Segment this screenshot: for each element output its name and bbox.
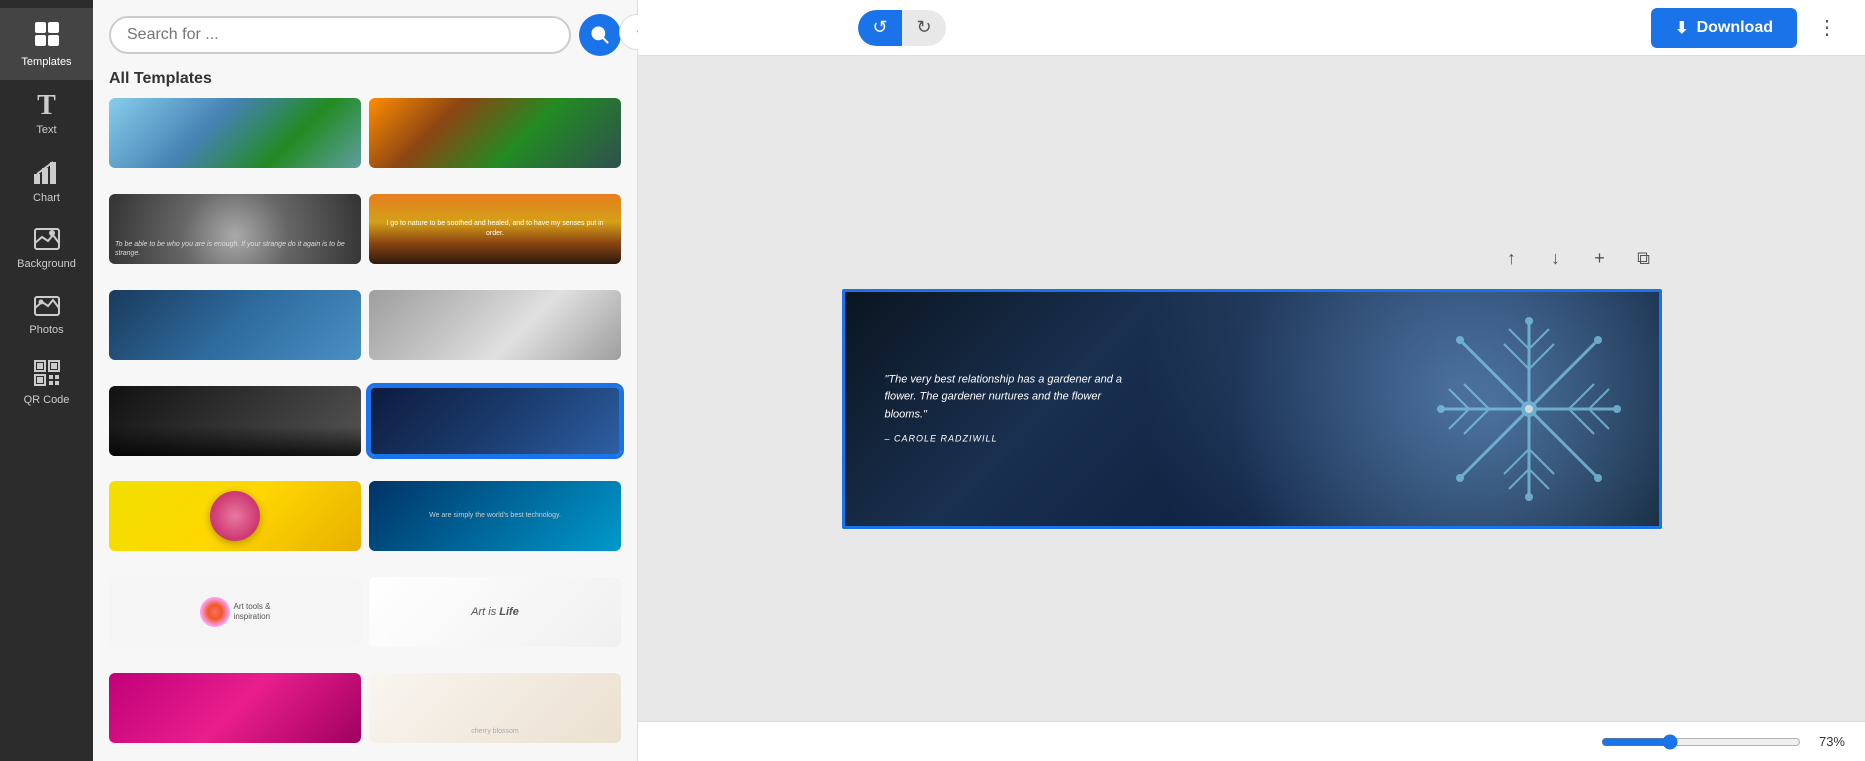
download-icon: ⬇ (1675, 18, 1688, 38)
sidebar-item-qrcode-label: QR Code (24, 394, 70, 406)
template-item[interactable] (109, 290, 361, 360)
sidebar-item-templates-label: Templates (21, 56, 71, 68)
template-item[interactable]: I go to nature to be soothed and healed,… (369, 194, 621, 264)
canvas-top-controls: ↑ ↓ + ⧉ (1494, 241, 1662, 277)
download-label: Download (1697, 19, 1773, 37)
templates-panel: 《 All Templates To be able to be who you… (93, 0, 638, 761)
sidebar-item-photos-label: Photos (29, 324, 63, 336)
zoom-slider[interactable] (1601, 734, 1801, 750)
search-input[interactable] (127, 26, 553, 44)
move-up-button[interactable]: ↑ (1494, 241, 1530, 277)
template-item[interactable] (369, 290, 621, 360)
redo-button[interactable]: ↻ (902, 10, 946, 46)
canvas-area: ↑ ↓ + ⧉ (638, 0, 1865, 761)
canvas-background: "The very best relationship has a garden… (845, 292, 1659, 526)
zoom-label: 73% (1809, 734, 1845, 749)
undo-button[interactable]: ↺ (858, 10, 902, 46)
sidebar: Templates T Text Chart Background (0, 0, 93, 761)
template-item[interactable] (109, 98, 361, 168)
sidebar-item-chart-label: Chart (33, 192, 60, 204)
template-item[interactable]: cherry blossom (369, 673, 621, 743)
sidebar-item-chart[interactable]: Chart (0, 148, 93, 216)
template-item[interactable] (109, 481, 361, 551)
canvas-frame[interactable]: "The very best relationship has a garden… (842, 289, 1662, 529)
quote-text-attribution: – CAROLE RADZIWILL (885, 432, 1145, 446)
undo-redo-group: ↺ ↻ (858, 10, 946, 46)
qrcode-icon (34, 360, 60, 390)
text-icon: T (37, 92, 56, 120)
templates-icon (33, 20, 61, 52)
search-input-wrap[interactable] (109, 16, 571, 54)
move-down-button[interactable]: ↓ (1538, 241, 1574, 277)
template-item[interactable] (109, 386, 361, 456)
snowflake-decoration (1429, 309, 1629, 509)
panel-section-title: All Templates (93, 66, 637, 98)
canvas-wrapper: ↑ ↓ + ⧉ (842, 289, 1662, 529)
quote-text-main: "The very best relationship has a garden… (885, 371, 1145, 424)
template-item[interactable]: Art tools &inspiration (109, 577, 361, 647)
sidebar-item-templates[interactable]: Templates (0, 8, 93, 80)
canvas-quote: "The very best relationship has a garden… (885, 371, 1145, 446)
bottom-bar: 73% (638, 721, 1865, 761)
template-item[interactable]: We are simply the world's best technolog… (369, 481, 621, 551)
template-item[interactable] (109, 673, 361, 743)
top-toolbar: ↺ ↻ ⬇ Download ⋮ (638, 0, 1865, 56)
search-bar (93, 0, 637, 66)
sidebar-item-background[interactable]: Background (0, 216, 93, 282)
template-item[interactable] (369, 98, 621, 168)
sidebar-item-text[interactable]: T Text (0, 80, 93, 148)
sidebar-item-text-label: Text (36, 124, 56, 136)
photos-icon (34, 294, 60, 320)
chart-icon (34, 160, 60, 188)
search-button[interactable] (579, 14, 621, 56)
sidebar-item-photos[interactable]: Photos (0, 282, 93, 348)
toolbar-left: ↺ ↻ (858, 10, 946, 46)
download-button[interactable]: ⬇ Download (1651, 8, 1797, 48)
sidebar-item-background-label: Background (17, 258, 76, 270)
more-options-button[interactable]: ⋮ (1809, 11, 1845, 44)
templates-grid: To be able to be who you are is enough. … (93, 98, 637, 761)
template-item[interactable]: To be able to be who you are is enough. … (109, 194, 361, 264)
template-item[interactable] (369, 386, 621, 456)
background-icon (34, 228, 60, 254)
main-area: ↺ ↻ ⬇ Download ⋮ ↑ ↓ + ⧉ (638, 0, 1865, 761)
template-item[interactable]: Art is Life (369, 577, 621, 647)
toolbar-right: ⬇ Download ⋮ (1651, 8, 1845, 48)
sidebar-item-qrcode[interactable]: QR Code (0, 348, 93, 418)
add-section-button[interactable]: + (1582, 241, 1618, 277)
search-icon (590, 25, 610, 45)
copy-button[interactable]: ⧉ (1626, 241, 1662, 277)
